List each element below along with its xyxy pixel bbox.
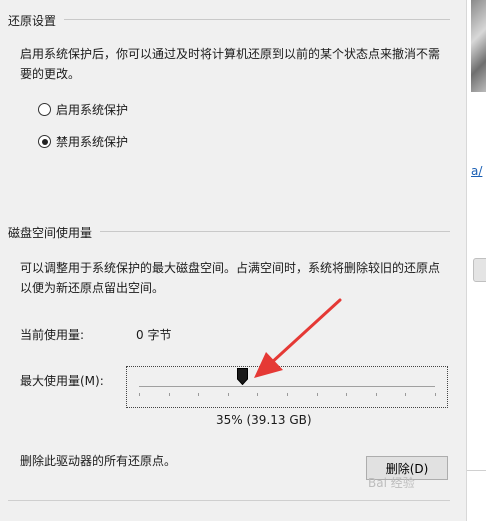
restore-settings-divider bbox=[64, 19, 450, 20]
radio-circle[interactable] bbox=[38, 135, 51, 148]
slider-tick bbox=[168, 393, 170, 396]
restore-description: 启用系统保护后，你可以通过及时将计算机还原到以前的某个状态点来撤消不需要的更改。 bbox=[20, 47, 441, 81]
background-divider bbox=[467, 470, 486, 471]
system-protection-dialog: 还原设置 启用系统保护后，你可以通过及时将计算机还原到以前的某个状态点来撤消不需… bbox=[0, 0, 466, 521]
background-image-fragment bbox=[471, 0, 486, 92]
max-usage-slider[interactable] bbox=[126, 366, 448, 408]
slider-tick bbox=[227, 393, 229, 396]
disk-description: 可以调整用于系统保护的最大磁盘空间。占满空间时，系统将删除较旧的还原点以便为新还… bbox=[20, 261, 441, 295]
slider-tick bbox=[257, 393, 259, 396]
current-usage-label: 当前使用量: bbox=[20, 328, 85, 342]
delete-description: 删除此驱动器的所有还原点。 bbox=[20, 454, 177, 468]
slider-tick bbox=[375, 393, 377, 396]
radio-circle[interactable] bbox=[38, 103, 51, 116]
slider-tick bbox=[287, 393, 288, 396]
slider-tick bbox=[405, 393, 407, 396]
restore-settings-title: 还原设置 bbox=[8, 14, 57, 28]
slider-tick bbox=[435, 393, 436, 396]
max-usage-label: 最大使用量(M): bbox=[20, 374, 104, 388]
slider-tick bbox=[198, 393, 200, 396]
slider-tick bbox=[139, 393, 140, 396]
radio-enable-label: 启用系统保护 bbox=[56, 103, 129, 117]
slider-tick bbox=[316, 393, 318, 396]
disk-usage-divider bbox=[100, 231, 450, 232]
bottom-divider bbox=[8, 500, 450, 501]
slider-track bbox=[139, 386, 435, 387]
background-button-fragment[interactable] bbox=[473, 258, 486, 282]
slider-thumb[interactable] bbox=[237, 368, 249, 385]
radio-selected-dot bbox=[41, 138, 48, 145]
slider-value-text: 35% (39.13 GB) bbox=[216, 413, 312, 427]
watermark: Bai 经验 bbox=[368, 476, 415, 490]
slider-tick bbox=[346, 393, 348, 396]
radio-disable-protection[interactable]: 禁用系统保护 bbox=[38, 133, 128, 150]
radio-enable-protection[interactable]: 启用系统保护 bbox=[38, 101, 128, 118]
background-page-strip: a/ bbox=[466, 0, 486, 521]
background-link[interactable]: a/ bbox=[471, 164, 482, 178]
radio-disable-label: 禁用系统保护 bbox=[56, 135, 129, 149]
disk-usage-title: 磁盘空间使用量 bbox=[8, 226, 93, 240]
current-usage-value: 0 字节 bbox=[136, 328, 172, 342]
